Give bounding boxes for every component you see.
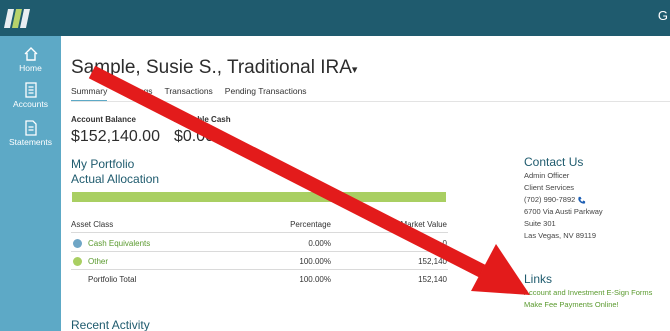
sidebar-item-label: Accounts xyxy=(13,99,48,109)
phone-icon xyxy=(578,196,586,204)
tab-transactions[interactable]: Transactions xyxy=(164,86,212,102)
table-divider xyxy=(71,269,448,270)
accounts-icon xyxy=(24,82,37,98)
account-switcher-caret[interactable]: ▾ xyxy=(352,64,358,76)
contact-title: Contact Us xyxy=(524,155,584,169)
percentage-cell: 100.00% xyxy=(299,257,331,266)
asset-class-link[interactable]: Other xyxy=(88,257,108,266)
contact-line: Admin Officer xyxy=(524,171,570,180)
statements-icon xyxy=(24,120,37,136)
contact-line: 6700 Via Austi Parkway xyxy=(524,207,603,216)
contact-phone[interactable]: (702) 990-7892 xyxy=(524,195,586,205)
contact-line: Client Services xyxy=(524,183,575,192)
tab-holdings[interactable]: Holdings xyxy=(119,86,152,102)
legend-dot xyxy=(73,239,82,248)
top-bar: G xyxy=(0,0,670,36)
tab-pending-transactions[interactable]: Pending Transactions xyxy=(225,86,307,102)
table-divider xyxy=(71,232,448,233)
col-header-asset-class: Asset Class xyxy=(71,220,114,229)
table-divider xyxy=(71,251,448,252)
sidebar-item-accounts[interactable]: Accounts xyxy=(0,82,61,109)
legend-dot xyxy=(73,257,82,266)
page-title: Sample, Susie S., Traditional IRA▾ xyxy=(71,57,358,78)
sidebar-item-home[interactable]: Home xyxy=(0,46,61,73)
esign-forms-link[interactable]: Account and Investment E-Sign Forms xyxy=(524,288,652,297)
app-logo[interactable] xyxy=(3,9,31,28)
available-cash-value: $0.00 xyxy=(174,128,215,145)
sidebar-item-statements[interactable]: Statements xyxy=(0,120,61,147)
tab-bar: Summary Holdings Transactions Pending Tr… xyxy=(71,86,307,102)
sidebar-item-label: Statements xyxy=(9,137,52,147)
tabs-divider xyxy=(71,101,670,102)
available-cash-label: Available Cash xyxy=(174,115,231,124)
account-balance-label: Account Balance xyxy=(71,115,136,124)
portfolio-title: My Portfolio xyxy=(71,157,135,171)
sidebar-item-label: Home xyxy=(19,63,42,73)
col-header-market-value: Market Value xyxy=(400,220,447,229)
home-icon xyxy=(24,47,37,61)
total-label: Portfolio Total xyxy=(88,275,137,284)
market-value-cell: 0 xyxy=(442,239,447,248)
tab-summary[interactable]: Summary xyxy=(71,86,108,102)
fee-payments-link[interactable]: Make Fee Payments Online! xyxy=(524,300,619,309)
market-value-cell: 152,140 xyxy=(418,257,447,266)
recent-activity-title: Recent Activity xyxy=(71,318,150,331)
percentage-cell: 0.00% xyxy=(308,239,331,248)
total-percentage: 100.00% xyxy=(299,275,331,284)
phone-number[interactable]: (702) 990-7892 xyxy=(524,195,575,204)
contact-line: Las Vegas, NV 89119 xyxy=(524,231,596,240)
allocation-bar xyxy=(72,192,446,202)
contact-line: Suite 301 xyxy=(524,219,556,228)
links-title: Links xyxy=(524,272,553,286)
total-value: 152,140 xyxy=(418,275,447,284)
sidebar: Home Accounts Statements xyxy=(0,36,61,331)
user-menu-button[interactable]: G xyxy=(658,8,668,23)
allocation-subtitle: Actual Allocation xyxy=(71,172,160,186)
asset-class-link[interactable]: Cash Equivalents xyxy=(88,239,150,248)
account-balance-value: $152,140.00 xyxy=(71,128,160,145)
col-header-percentage: Percentage xyxy=(290,220,331,229)
